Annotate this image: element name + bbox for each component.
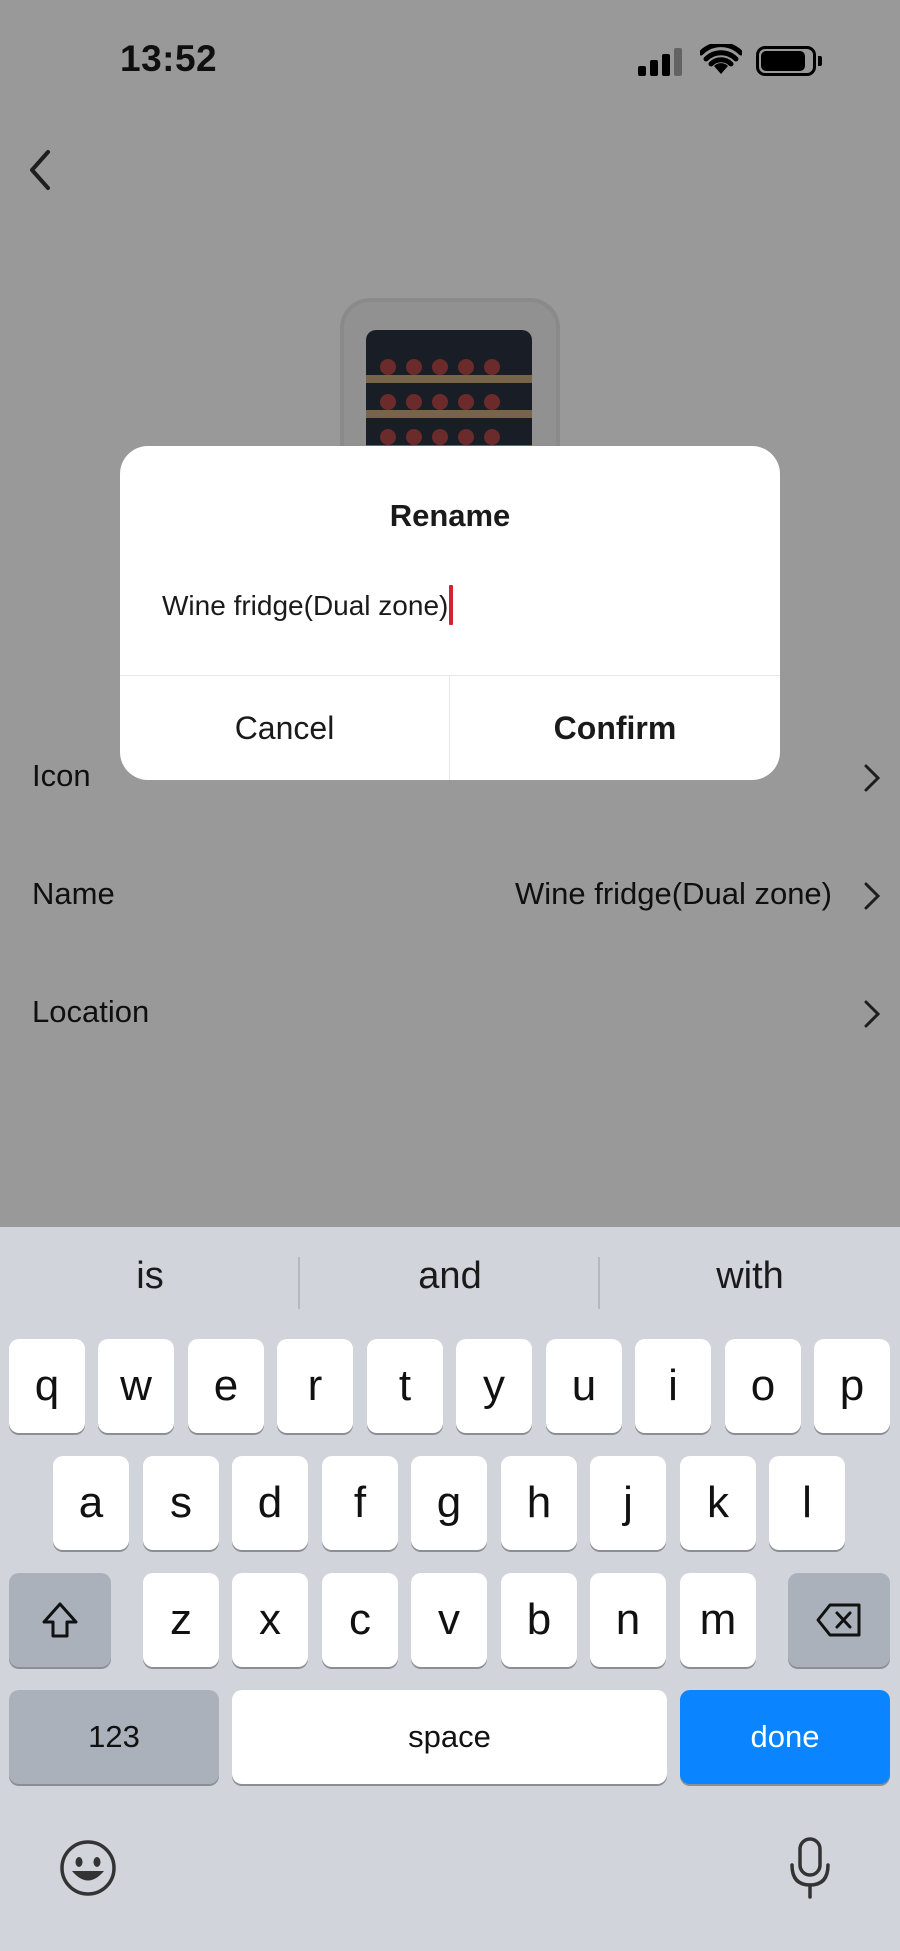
cancel-button[interactable]: Cancel	[120, 676, 449, 780]
key-x[interactable]: x	[232, 1573, 308, 1667]
key-d[interactable]: d	[232, 1456, 308, 1550]
suggestion-item[interactable]: and	[300, 1255, 600, 1298]
key-y[interactable]: y	[456, 1339, 532, 1433]
key-v[interactable]: v	[411, 1573, 487, 1667]
key-h[interactable]: h	[501, 1456, 577, 1550]
key-n[interactable]: n	[590, 1573, 666, 1667]
key-m[interactable]: m	[680, 1573, 756, 1667]
shift-key[interactable]	[9, 1573, 111, 1667]
key-b[interactable]: b	[501, 1573, 577, 1667]
confirm-button[interactable]: Confirm	[450, 676, 780, 780]
text-cursor	[449, 584, 454, 625]
dialog-title: Rename	[389, 498, 511, 533]
key-t[interactable]: t	[367, 1339, 443, 1433]
suggestion-item[interactable]: is	[0, 1255, 300, 1298]
rename-input[interactable]: Wine fridge(Dual zone)	[162, 584, 454, 625]
key-o[interactable]: o	[725, 1339, 801, 1433]
keyboard: is and with q w e r t y u i o p a s d f …	[0, 1227, 900, 1951]
numbers-key[interactable]: 123	[9, 1690, 219, 1784]
delete-icon	[816, 1603, 861, 1637]
key-s[interactable]: s	[143, 1456, 219, 1550]
done-key[interactable]: done	[680, 1690, 890, 1784]
key-z[interactable]: z	[143, 1573, 219, 1667]
key-f[interactable]: f	[322, 1456, 398, 1550]
key-p[interactable]: p	[814, 1339, 890, 1433]
key-j[interactable]: j	[590, 1456, 666, 1550]
suggestion-item[interactable]: with	[600, 1255, 900, 1298]
delete-key[interactable]	[788, 1573, 890, 1667]
space-key[interactable]: space	[232, 1690, 667, 1784]
microphone-icon[interactable]	[786, 1835, 834, 1901]
key-q[interactable]: q	[9, 1339, 85, 1433]
key-a[interactable]: a	[53, 1456, 129, 1550]
key-w[interactable]: w	[98, 1339, 174, 1433]
rename-input-value: Wine fridge(Dual zone)	[162, 590, 449, 621]
key-u[interactable]: u	[546, 1339, 622, 1433]
key-i[interactable]: i	[635, 1339, 711, 1433]
key-g[interactable]: g	[411, 1456, 487, 1550]
key-l[interactable]: l	[769, 1456, 845, 1550]
key-k[interactable]: k	[680, 1456, 756, 1550]
emoji-icon[interactable]	[58, 1838, 118, 1898]
key-r[interactable]: r	[277, 1339, 353, 1433]
key-c[interactable]: c	[322, 1573, 398, 1667]
shift-icon	[42, 1602, 78, 1638]
suggestion-bar: is and with	[0, 1227, 900, 1337]
rename-dialog: Rename Wine fridge(Dual zone) Cancel Con…	[120, 446, 780, 780]
key-e[interactable]: e	[188, 1339, 264, 1433]
